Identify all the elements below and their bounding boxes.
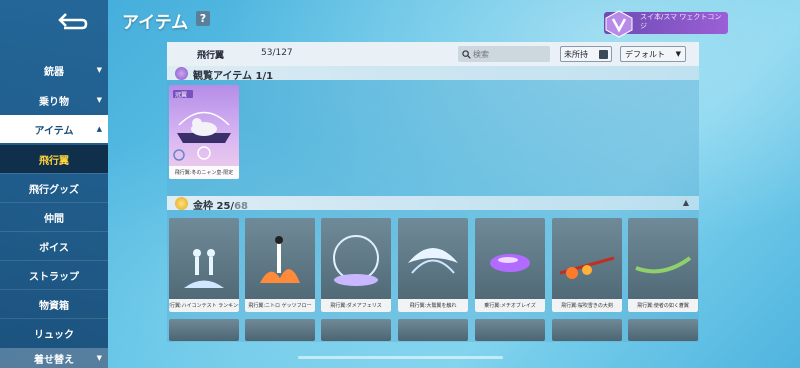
search-box[interactable]: [458, 46, 550, 62]
chevron-down-icon: ▼: [675, 50, 681, 58]
sidebar-item-label: 銃器: [44, 66, 64, 78]
item-art: [628, 218, 698, 299]
sidebar-item-gliders[interactable]: 飛行翼: [0, 145, 108, 173]
horizontal-scrollbar[interactable]: [298, 356, 503, 359]
sort-label: デフォルト: [625, 49, 665, 59]
item-card[interactable]: [245, 319, 315, 341]
help-button[interactable]: ?: [196, 11, 210, 26]
item-card[interactable]: 冠翼 飛行翼:冬のニャン皇-限定: [169, 85, 239, 179]
item-art: [475, 218, 545, 299]
item-caption: 飛行翼:ダメアフェリス: [321, 299, 391, 312]
back-arrow-icon: [58, 13, 88, 30]
sidebar-item-companions[interactable]: 仲間: [0, 203, 108, 231]
item-card[interactable]: 飛行翼:ニトロ ゲッツフロー: [245, 218, 315, 312]
item-card[interactable]: [398, 319, 468, 341]
section-header-gold[interactable]: 金枠 25/68 ▲: [167, 196, 699, 212]
item-card[interactable]: [628, 319, 698, 341]
item-card[interactable]: [552, 319, 622, 341]
not-owned-filter[interactable]: 未所持: [560, 46, 612, 62]
item-card[interactable]: 飛行翼:大鷲翼を触れ: [398, 218, 468, 312]
sidebar-item-label: 物資箱: [39, 300, 69, 312]
item-art: [169, 218, 239, 299]
svg-text:冠翼: 冠翼: [175, 92, 187, 99]
sidebar-item-items[interactable]: アイテム ▲: [0, 115, 108, 143]
sidebar-item-label: リュック: [34, 329, 74, 341]
chevron-up-icon: ▲: [96, 125, 102, 133]
item-caption: 乗行翼:ハイコンテスト ランキング: [169, 299, 239, 312]
sidebar-item-label: ストラップ: [29, 271, 79, 283]
sidebar-item-outfits[interactable]: 着せ替え ▼: [0, 348, 108, 368]
section-title: 観覧アイテム 1/1: [193, 71, 274, 82]
item-card[interactable]: 乗行翼:ハイコンテスト ランキング: [169, 218, 239, 312]
item-card[interactable]: 乗行翼:メチオブレイズ: [475, 218, 545, 312]
sidebar-item-backpack[interactable]: リュック: [0, 319, 108, 347]
section-title: 金枠 25/68: [193, 201, 248, 212]
sidebar-item-straps[interactable]: ストラップ: [0, 261, 108, 289]
item-art: [398, 218, 468, 299]
item-caption: 飛行翼:ニトロ ゲッツフロー: [245, 299, 315, 312]
sidebar-item-voices[interactable]: ボイス: [0, 232, 108, 260]
checkbox-icon: [599, 49, 608, 59]
user-name: スイ本/スマ ワェクトコン ジ: [640, 13, 722, 30]
sidebar-item-label: 乗り物: [39, 96, 69, 108]
item-caption: 乗行翼:メチオブレイズ: [475, 299, 545, 312]
purple-rarity-icon: [175, 67, 188, 80]
item-card[interactable]: [169, 319, 239, 341]
not-owned-label: 未所持: [564, 49, 588, 59]
item-card[interactable]: 飛行翼:ダメアフェリス: [321, 218, 391, 312]
owned-count: 53/127: [261, 48, 293, 58]
item-caption: 飛行翼:桜吹雪きの大剣: [552, 299, 622, 312]
page-title: アイテム: [122, 13, 189, 33]
sidebar-item-label: ボイス: [39, 242, 69, 254]
sidebar-item-label: 飛行グッズ: [29, 184, 79, 196]
section-header-special[interactable]: 観覧アイテム 1/1: [167, 66, 699, 82]
item-card[interactable]: [475, 319, 545, 341]
item-card[interactable]: 飛行翼:桜吹雪きの大剣: [552, 218, 622, 312]
category-label: 飛行翼: [197, 51, 225, 61]
cat-glider-icon: 冠翼: [173, 90, 231, 161]
sidebar-item-label: 仲間: [44, 213, 64, 225]
item-art: [245, 218, 315, 299]
item-art: [552, 218, 622, 299]
back-button[interactable]: [52, 6, 92, 34]
sidebar-item-label: 飛行翼: [39, 155, 69, 167]
item-art: 冠翼: [169, 85, 239, 166]
sidebar-item-vehicles[interactable]: 乗り物 ▼: [0, 86, 108, 114]
chevron-down-icon: ▼: [96, 66, 102, 74]
sidebar-item-guns[interactable]: 銃器 ▼: [0, 56, 108, 84]
search-input[interactable]: [473, 49, 543, 59]
gold-rarity-icon: [175, 197, 188, 210]
item-caption: 飛行翼:大鷲翼を触れ: [398, 299, 468, 312]
item-caption: 飛行翼:冬のニャン皇-限定: [169, 166, 239, 179]
search-icon: [462, 49, 471, 59]
rank-emblem-icon: [605, 10, 633, 38]
item-caption: 飛行翼:使者の如く蒼翼: [628, 299, 698, 312]
item-card[interactable]: [321, 319, 391, 341]
sidebar-item-label: アイテム: [34, 125, 74, 137]
sidebar-item-supply-box[interactable]: 物資箱: [0, 290, 108, 318]
collapse-icon[interactable]: ▲: [683, 198, 689, 207]
item-card[interactable]: 飛行翼:使者の如く蒼翼: [628, 218, 698, 312]
sidebar-item-label: 着せ替え: [34, 354, 74, 366]
chevron-down-icon: ▼: [96, 96, 102, 104]
sort-dropdown[interactable]: デフォルト ▼: [620, 46, 686, 62]
sidebar-item-flight-goods[interactable]: 飛行グッズ: [0, 174, 108, 202]
item-art: [321, 218, 391, 299]
toolbar: 飛行翼 53/127 未所持 デフォルト ▼: [167, 42, 699, 66]
chevron-down-icon: ▼: [96, 354, 102, 362]
